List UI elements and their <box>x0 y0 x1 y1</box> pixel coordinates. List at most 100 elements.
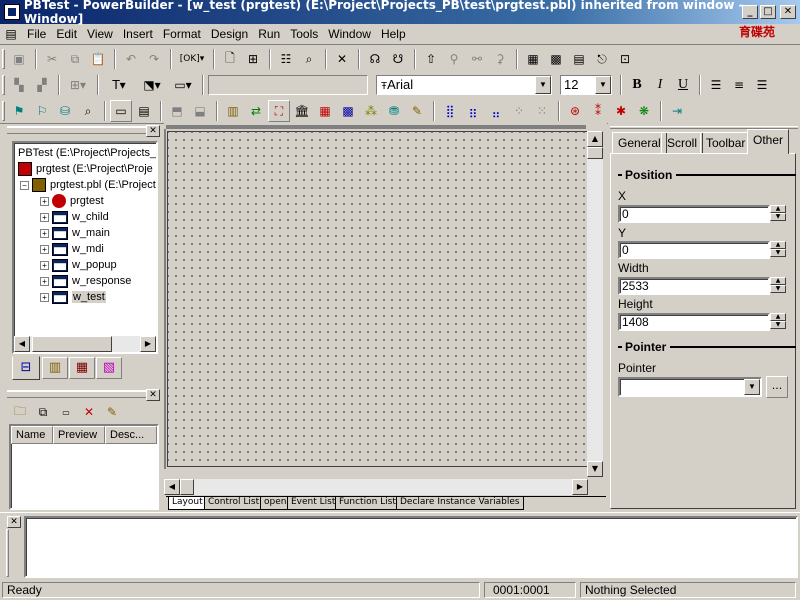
x-input[interactable]: 0 <box>618 205 770 223</box>
save-icon[interactable]: ▣ <box>8 48 30 70</box>
col-preview[interactable]: Preview <box>53 426 105 444</box>
pointer-tool-icon[interactable]: ⛶ <box>268 100 290 122</box>
menu-file[interactable]: File <box>22 27 51 41</box>
tree-item-w_response[interactable]: + w_response <box>40 273 131 289</box>
tab-list-icon[interactable]: ▥ <box>42 357 68 379</box>
expand-icon[interactable]: + <box>40 228 49 238</box>
todo-panel-close[interactable]: ✕ <box>146 389 160 401</box>
text-color-icon[interactable]: T▾ <box>103 74 135 96</box>
tree-item-w_test[interactable]: + w_test <box>40 289 106 305</box>
tab-open[interactable]: open <box>260 497 291 510</box>
tab-other[interactable]: Other <box>747 129 790 154</box>
tab-details-icon[interactable]: ▦ <box>69 357 95 379</box>
tab-function-list[interactable]: Function List <box>335 497 400 510</box>
next-icon[interactable]: ⇥ <box>666 100 688 122</box>
menu-object-icon[interactable]: ⛃ <box>383 100 405 122</box>
expand-icon[interactable]: + <box>40 276 49 286</box>
expand-icon[interactable]: + <box>40 260 49 270</box>
menu-window[interactable]: Window <box>323 27 376 41</box>
canvas-hscrollbar[interactable]: ◀ ▶ <box>164 479 588 495</box>
canvas-vscrollbar[interactable]: ▲ ▼ <box>587 131 603 477</box>
todo-open-icon[interactable]: 🗀 <box>9 401 31 423</box>
y-spinner[interactable]: ▲ ▼ <box>770 241 786 258</box>
width-spinner[interactable]: ▲ ▼ <box>770 277 786 294</box>
text-align-right-icon[interactable]: ☰ <box>751 74 773 96</box>
tree-target[interactable]: prgtest (E:\Project\Proje <box>18 161 153 177</box>
x-spinner[interactable]: ▲ ▼ <box>770 205 786 222</box>
tab-tree-icon[interactable]: ⊟ <box>12 356 40 380</box>
tree-pbl[interactable]: − prgtest.pbl (E:\Project <box>20 177 156 193</box>
align-left-icon[interactable]: ▚ <box>8 74 30 96</box>
breakpoint-icon[interactable]: ⁑ <box>587 100 609 122</box>
pointer-dropdown-arrow[interactable]: ▼ <box>744 379 760 395</box>
menu-insert[interactable]: Insert <box>118 27 158 41</box>
bring-front-icon[interactable]: ⬒ <box>166 100 188 122</box>
control-list-icon[interactable]: ▥ <box>222 100 244 122</box>
undo-icon[interactable]: ↶ <box>120 48 142 70</box>
todo-panel-grip[interactable] <box>7 390 160 398</box>
send-back-icon[interactable]: ⬓ <box>189 100 211 122</box>
output-panel-close[interactable]: ✕ <box>7 516 21 528</box>
expand-icon[interactable]: + <box>40 244 49 254</box>
menu-edit[interactable]: Edit <box>51 27 82 41</box>
maximize-button[interactable]: □ <box>760 5 776 19</box>
expand-icon[interactable]: + <box>40 196 49 206</box>
space-icon[interactable]: ⁘ <box>508 100 530 122</box>
font-name-combo[interactable]: ŦArial ▼ <box>376 75 552 95</box>
tab-event-list[interactable]: Event List <box>287 497 340 510</box>
library-panel-close[interactable]: ✕ <box>146 125 160 137</box>
close-doc-icon[interactable]: ✕ <box>331 48 353 70</box>
menu-tools[interactable]: Tools <box>285 27 323 41</box>
tab-scroll[interactable]: Scroll <box>661 132 704 154</box>
tree-item-w_mdi[interactable]: + w_mdi <box>40 241 104 257</box>
scroll-left-icon[interactable]: ◀ <box>14 336 30 352</box>
preview-icon[interactable]: ⌕ <box>77 100 99 122</box>
text-align-left-icon[interactable]: ☰ <box>705 74 727 96</box>
scroll-down-icon[interactable]: ▼ <box>587 461 603 477</box>
step-icon[interactable]: ✱ <box>610 100 632 122</box>
bold-button[interactable]: B <box>626 74 648 96</box>
tab-layout[interactable]: Layout <box>168 497 207 510</box>
todo-copy-icon[interactable]: ⧉ <box>32 401 54 423</box>
font-size-combo[interactable]: 12 ▼ <box>560 75 612 95</box>
inherit-icon[interactable]: ⊞ <box>242 48 264 70</box>
user-object-icon[interactable]: ▦ <box>314 100 336 122</box>
ole-icon[interactable]: ▩ <box>337 100 359 122</box>
menu-help[interactable]: Help <box>376 27 411 41</box>
new-icon[interactable]: 🗋 <box>219 48 241 70</box>
document-control-icon[interactable]: ▤ <box>2 26 20 42</box>
paste-icon[interactable]: 📋 <box>87 48 109 70</box>
library-panel-grip[interactable] <box>7 126 160 134</box>
border-dropdown-icon[interactable]: ▭▾ <box>169 74 197 96</box>
edit-object-icon[interactable]: ✎ <box>406 100 428 122</box>
background-color-icon[interactable]: ⬔▾ <box>136 74 168 96</box>
cut-icon[interactable]: ✂ <box>41 48 63 70</box>
distribute-h-icon[interactable]: ⣿ <box>439 100 461 122</box>
exit-icon[interactable]: ⎋ <box>591 48 613 70</box>
pointer-browse-button[interactable]: ... <box>766 376 788 398</box>
distribute-v-icon[interactable]: ⣶ <box>462 100 484 122</box>
style-combo[interactable] <box>208 75 368 95</box>
height-input[interactable]: 1408 <box>618 313 770 331</box>
text-align-center-icon[interactable]: ≡ <box>728 74 750 96</box>
scroll-right-icon[interactable]: ▶ <box>572 479 588 495</box>
search-icon[interactable]: ⚲ <box>443 48 465 70</box>
minimize-button[interactable]: _ <box>742 5 758 19</box>
datawindow-icon[interactable]: 🏛 <box>291 100 313 122</box>
tab-control-list[interactable]: Control List <box>204 497 264 510</box>
todo-edit-icon[interactable]: ✎ <box>101 401 123 423</box>
uncomment-icon[interactable]: ☋ <box>387 48 409 70</box>
width-input[interactable]: 2533 <box>618 277 770 295</box>
size-dropdown-arrow[interactable]: ▼ <box>595 76 611 94</box>
help-icon[interactable]: ⊡ <box>614 48 636 70</box>
output-area[interactable] <box>24 516 798 578</box>
run-icon[interactable]: ▦ <box>522 48 544 70</box>
hscroll-thumb[interactable] <box>180 479 194 495</box>
tab-general[interactable]: General <box>612 132 667 154</box>
run-window-icon[interactable]: ▤ <box>568 48 590 70</box>
scroll-thumb[interactable] <box>32 336 112 352</box>
function-icon[interactable]: ⛁ <box>54 100 76 122</box>
expand-icon[interactable]: + <box>40 212 49 222</box>
font-dropdown-arrow[interactable]: ▼ <box>535 76 551 94</box>
layout-view-icon[interactable]: ▭ <box>110 100 132 122</box>
